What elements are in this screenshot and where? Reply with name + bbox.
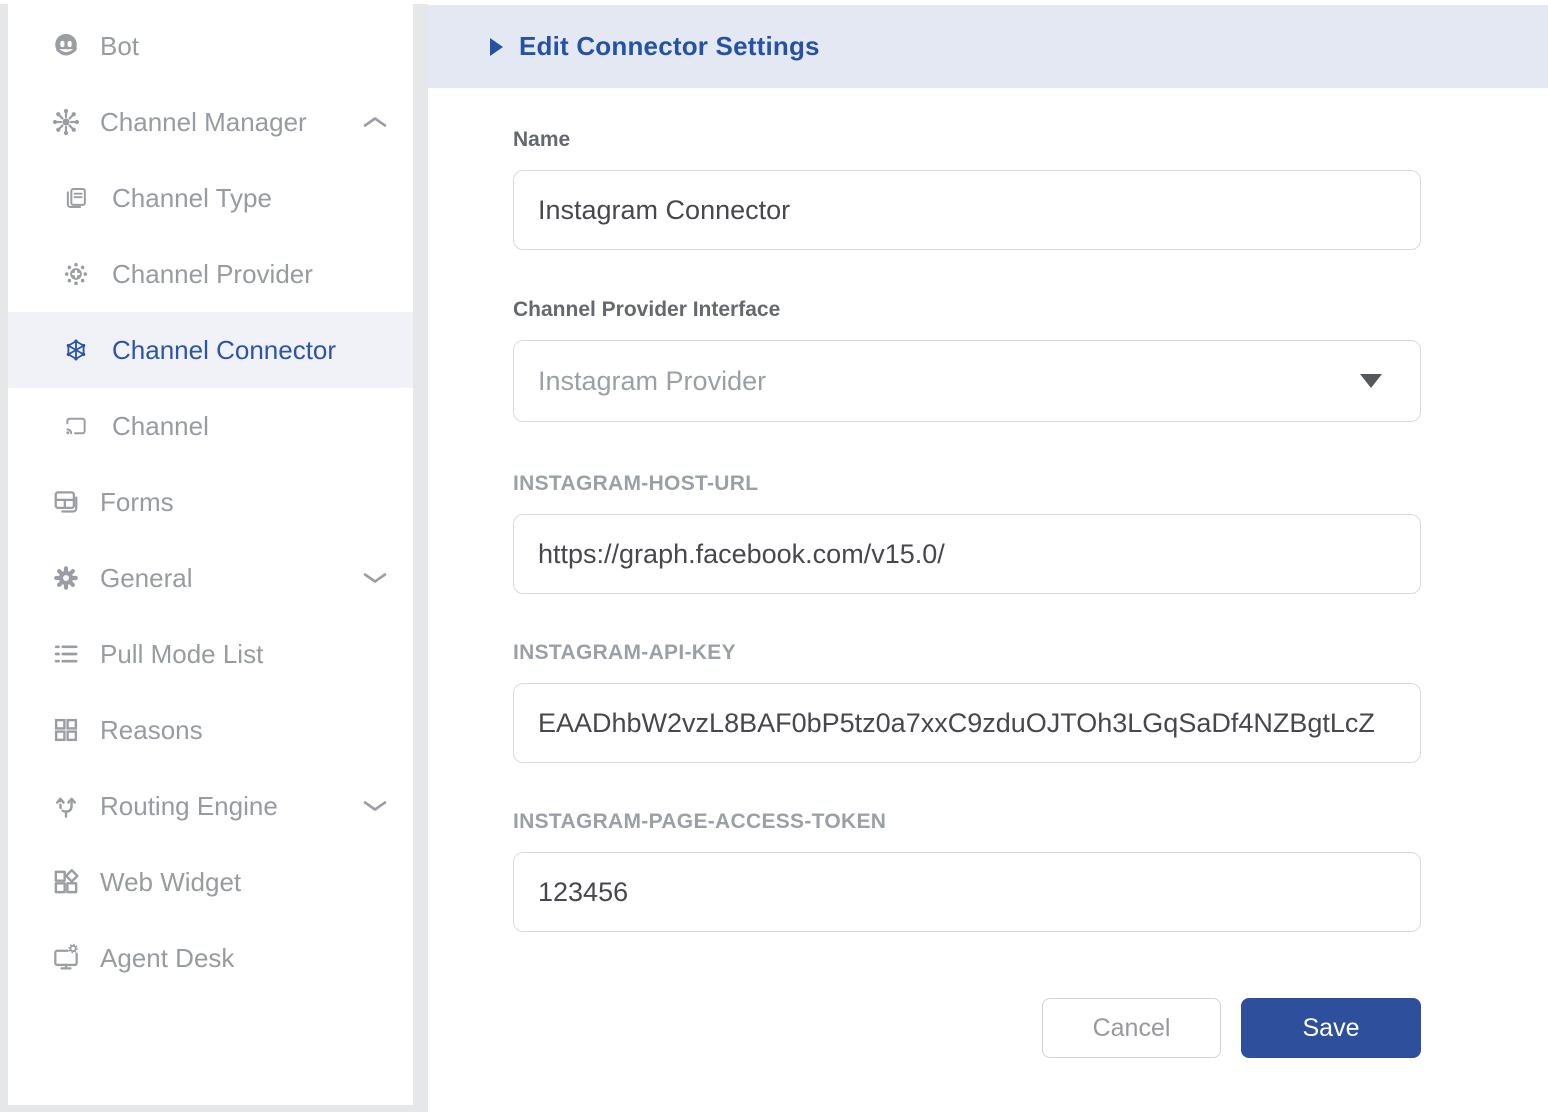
save-button[interactable]: Save	[1241, 998, 1421, 1058]
sidebar-item-label: Reasons	[100, 715, 203, 746]
sidebar-item-agent-desk[interactable]: Agent Desk	[8, 920, 413, 996]
chevron-up-icon[interactable]	[362, 115, 388, 129]
sidebar-item-forms[interactable]: Forms	[8, 464, 413, 540]
button-row: Cancel Save	[513, 998, 1421, 1058]
instagram-host-url-input[interactable]	[513, 514, 1421, 594]
instagram-api-key-input[interactable]	[513, 683, 1421, 763]
forms-icon	[50, 486, 82, 518]
chevron-down-icon[interactable]	[362, 799, 388, 813]
main-panel: Edit Connector Settings Name Channel Pro…	[428, 0, 1548, 1112]
sidebar-item-channel-provider[interactable]: Channel Provider	[8, 236, 413, 312]
sidebar-item-label: Channel Connector	[112, 335, 336, 366]
sidebar-item-routing-engine[interactable]: Routing Engine	[8, 768, 413, 844]
grid-icon	[50, 714, 82, 746]
widgets-icon	[50, 866, 82, 898]
sidebar-item-channel[interactable]: Channel	[8, 388, 413, 464]
sidebar-item-web-widget[interactable]: Web Widget	[8, 844, 413, 920]
sidebar-divider	[413, 4, 428, 1112]
cast-icon	[62, 412, 90, 440]
page-title: Edit Connector Settings	[519, 31, 820, 62]
route-split-icon	[50, 790, 82, 822]
gear-icon	[50, 562, 82, 594]
sidebar-item-label: Bot	[100, 31, 139, 62]
channel-type-document-icon	[62, 184, 90, 212]
instagram-page-access-token-input[interactable]	[513, 852, 1421, 932]
sidebar-item-reasons[interactable]: Reasons	[8, 692, 413, 768]
sidebar-item-label: Web Widget	[100, 867, 241, 898]
caret-down-icon	[1360, 374, 1382, 388]
sidebar-item-label: Agent Desk	[100, 943, 234, 974]
sidebar-item-label: General	[100, 563, 193, 594]
field-channel-provider-interface: Channel Provider Interface Instagram Pro…	[513, 298, 1421, 422]
field-instagram-page-access-token: INSTAGRAM-PAGE-ACCESS-TOKEN	[513, 810, 1421, 932]
field-label: Channel Provider Interface	[513, 298, 1421, 322]
field-label: Name	[513, 128, 1421, 152]
channel-provider-icon	[62, 260, 90, 288]
channel-connector-cube-icon	[62, 336, 90, 364]
sidebar-item-bot[interactable]: Bot	[8, 8, 413, 84]
cancel-button[interactable]: Cancel	[1042, 998, 1221, 1058]
channel-manager-hub-icon	[50, 106, 82, 138]
select-value: Instagram Provider	[538, 366, 766, 397]
sidebar-bottom-edge	[0, 1105, 413, 1112]
sidebar: Bot	[8, 4, 413, 1105]
channel-provider-interface-select[interactable]: Instagram Provider	[513, 340, 1421, 422]
bot-icon	[50, 30, 82, 62]
sidebar-item-general[interactable]: General	[8, 540, 413, 616]
field-instagram-api-key: INSTAGRAM-API-KEY	[513, 641, 1421, 763]
sidebar-item-label: Channel Manager	[100, 107, 307, 138]
field-label: INSTAGRAM-HOST-URL	[513, 472, 1421, 496]
sidebar-item-channel-manager[interactable]: Channel Manager	[8, 84, 413, 160]
sidebar-item-label: Forms	[100, 487, 174, 518]
agent-desk-icon	[50, 942, 82, 974]
list-icon	[50, 638, 82, 670]
sidebar-item-label: Pull Mode List	[100, 639, 263, 670]
field-name: Name	[513, 128, 1421, 250]
sidebar-item-label: Channel Type	[112, 183, 272, 214]
triangle-right-icon	[490, 38, 503, 56]
sidebar-item-label: Channel Provider	[112, 259, 313, 290]
field-label: INSTAGRAM-API-KEY	[513, 641, 1421, 665]
chevron-down-icon[interactable]	[362, 571, 388, 585]
field-label: INSTAGRAM-PAGE-ACCESS-TOKEN	[513, 810, 1421, 834]
sidebar-item-label: Routing Engine	[100, 791, 278, 822]
field-instagram-host-url: INSTAGRAM-HOST-URL	[513, 472, 1421, 594]
app-window: Bot	[0, 0, 1548, 1112]
section-header: Edit Connector Settings	[428, 5, 1548, 88]
page-left-edge	[0, 4, 8, 1112]
sidebar-item-label: Channel	[112, 411, 209, 442]
sidebar-item-channel-type[interactable]: Channel Type	[8, 160, 413, 236]
name-input[interactable]	[513, 170, 1421, 250]
sidebar-item-pull-mode-list[interactable]: Pull Mode List	[8, 616, 413, 692]
sidebar-item-channel-connector[interactable]: Channel Connector	[8, 312, 413, 388]
